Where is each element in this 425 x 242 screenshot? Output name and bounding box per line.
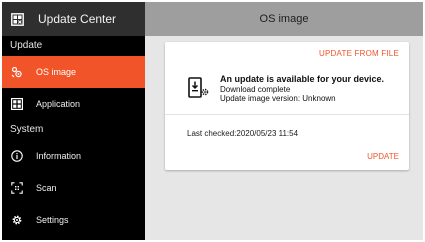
section-label-update: Update [10,40,43,51]
update-info: An update is available for your device. … [188,74,384,104]
app-window: Update Center Update OS image Applicatio… [2,2,423,240]
application-icon [11,98,23,110]
sidebar-item-label: Settings [36,215,69,225]
scan-icon [11,182,23,194]
divider [165,114,409,115]
gear-icon [11,214,23,226]
sidebar: Update Center Update OS image Applicatio… [2,2,145,240]
sidebar-item-scan[interactable]: Scan [2,172,145,204]
os-image-icon [11,66,23,78]
sidebar-item-application[interactable]: Application [2,88,145,120]
download-status: Download complete [220,84,291,94]
update-from-file-button[interactable]: UPDATE FROM FILE [319,49,399,58]
page-title: OS image [259,13,309,25]
main-header: OS image [145,2,423,36]
update-texts: An update is available for your device. … [220,74,384,104]
device-update-icon [188,77,210,99]
update-center-icon [10,12,24,26]
sidebar-header: Update Center [2,2,145,36]
update-button[interactable]: UPDATE [367,152,399,161]
sidebar-item-label: OS image [36,67,77,77]
update-card: UPDATE FROM FILE An update is available … [165,42,409,170]
sidebar-item-label: Application [36,99,81,109]
sidebar-item-os-image[interactable]: OS image [2,56,145,88]
update-headline: An update is available for your device. [220,74,385,84]
main-panel: OS image UPDATE FROM FILE An update is a… [145,2,423,240]
sidebar-item-settings[interactable]: Settings [2,204,145,236]
sidebar-item-label: Scan [36,183,57,193]
sidebar-item-information[interactable]: Information [2,140,145,172]
update-image-version: Update image version: Unknown [220,94,336,104]
section-label-system: System [10,124,44,135]
app-title: Update Center [38,12,117,26]
info-icon [11,150,23,162]
sidebar-item-label: Information [36,151,82,161]
last-checked: Last checked:2020/05/23 11:54 [187,129,299,138]
